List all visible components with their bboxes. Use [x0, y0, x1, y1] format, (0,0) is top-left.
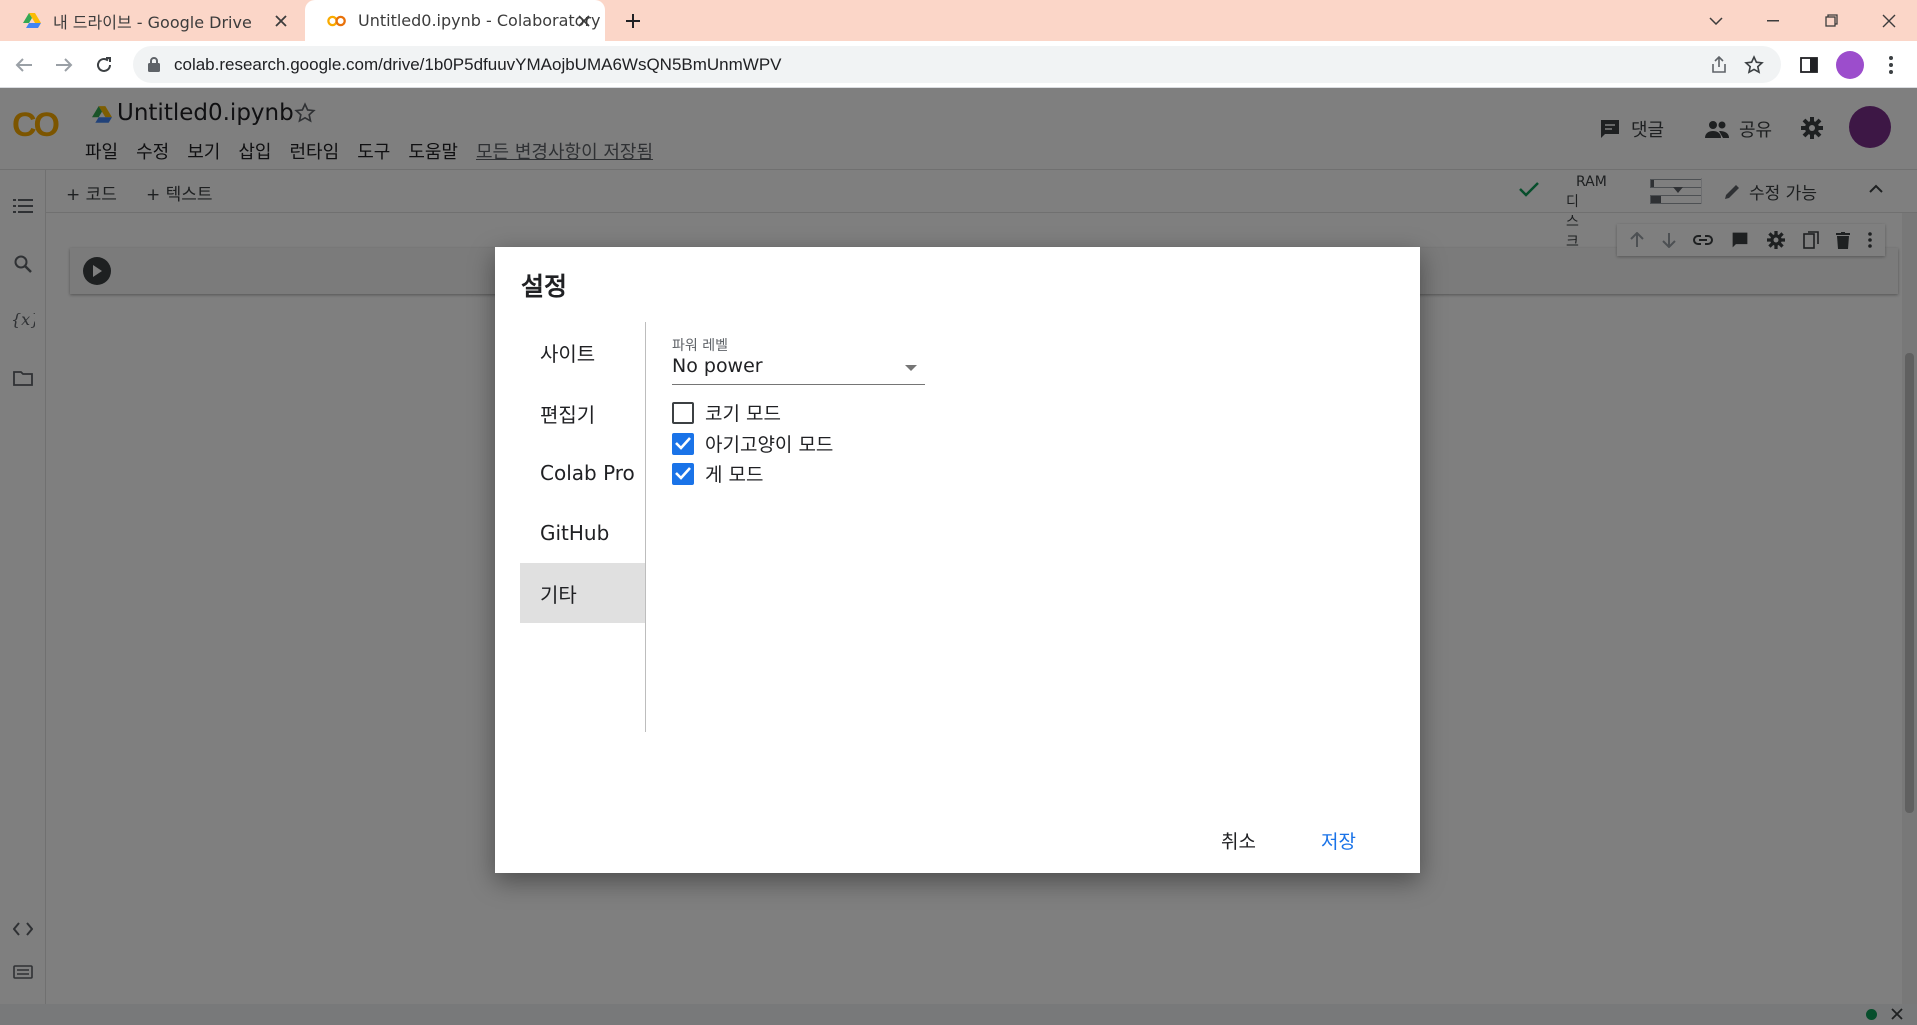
- dialog-title: 설정: [521, 272, 568, 301]
- window-close-icon[interactable]: [1866, 0, 1912, 41]
- forward-arrow-icon[interactable]: [50, 51, 78, 79]
- url-text[interactable]: colab.research.google.com/drive/1b0P5dfu…: [174, 46, 782, 83]
- tab-title: Untitled0.ipynb - Colaboratory: [358, 11, 601, 30]
- google-drive-icon: [22, 11, 42, 31]
- nav-colab-pro[interactable]: Colab Pro: [520, 443, 645, 503]
- browser-tab-strip: 내 드라이브 - Google Drive Untitled0.ipynb - …: [0, 0, 1917, 41]
- crab-mode-option[interactable]: 게 모드: [672, 460, 763, 487]
- minimize-icon[interactable]: [1750, 0, 1796, 41]
- kitty-mode-option[interactable]: 아기고양이 모드: [672, 430, 833, 457]
- crab-mode-label: 게 모드: [705, 464, 764, 486]
- cancel-button[interactable]: 취소: [1221, 827, 1256, 854]
- tab-search-chevron-icon[interactable]: [1693, 0, 1739, 41]
- corgi-mode-label: 코기 모드: [705, 403, 781, 425]
- tab-colab[interactable]: Untitled0.ipynb - Colaboratory: [305, 0, 605, 41]
- corgi-mode-option[interactable]: 코기 모드: [672, 399, 781, 426]
- reload-icon[interactable]: [90, 51, 118, 79]
- nav-editor[interactable]: 편집기: [520, 383, 645, 443]
- corgi-mode-checkbox[interactable]: [672, 401, 694, 424]
- profile-avatar[interactable]: [1836, 51, 1864, 79]
- dropdown-arrow-icon: [905, 365, 917, 371]
- nav-divider: [645, 322, 646, 732]
- save-button[interactable]: 저장: [1321, 827, 1356, 854]
- settings-dialog: 설정 사이트 편집기 Colab Pro GitHub 기타 파워 레벨 No …: [495, 247, 1420, 873]
- share-page-icon[interactable]: [1705, 51, 1733, 79]
- checkmark-icon: [675, 467, 691, 480]
- nav-misc[interactable]: 기타: [520, 563, 645, 623]
- nav-site[interactable]: 사이트: [520, 322, 645, 382]
- crab-mode-checkbox[interactable]: [672, 462, 694, 485]
- browser-menu-icon[interactable]: [1877, 51, 1905, 79]
- new-tab-icon[interactable]: [620, 8, 646, 34]
- checkmark-icon: [675, 437, 691, 450]
- close-tab-icon[interactable]: [573, 10, 595, 32]
- settings-nav: 사이트 편집기 Colab Pro GitHub 기타: [520, 322, 646, 732]
- nav-github[interactable]: GitHub: [520, 503, 645, 563]
- lock-icon[interactable]: [148, 57, 160, 72]
- power-level-select[interactable]: No power: [672, 355, 925, 385]
- side-panel-icon[interactable]: [1795, 51, 1823, 79]
- power-level-value: No power: [672, 355, 763, 377]
- colab-icon: [327, 11, 347, 31]
- browser-toolbar: colab.research.google.com/drive/1b0P5dfu…: [0, 41, 1917, 88]
- tab-google-drive[interactable]: 내 드라이브 - Google Drive: [0, 0, 302, 41]
- back-arrow-icon[interactable]: [10, 51, 38, 79]
- kitty-mode-label: 아기고양이 모드: [705, 434, 834, 456]
- bookmark-star-icon[interactable]: [1740, 51, 1768, 79]
- kitty-mode-checkbox[interactable]: [672, 432, 694, 455]
- restore-icon[interactable]: [1808, 0, 1854, 41]
- close-tab-icon[interactable]: [270, 10, 292, 32]
- power-level-label: 파워 레벨: [672, 338, 728, 354]
- tab-title: 내 드라이브 - Google Drive: [53, 12, 252, 32]
- address-bar[interactable]: colab.research.google.com/drive/1b0P5dfu…: [133, 46, 1781, 83]
